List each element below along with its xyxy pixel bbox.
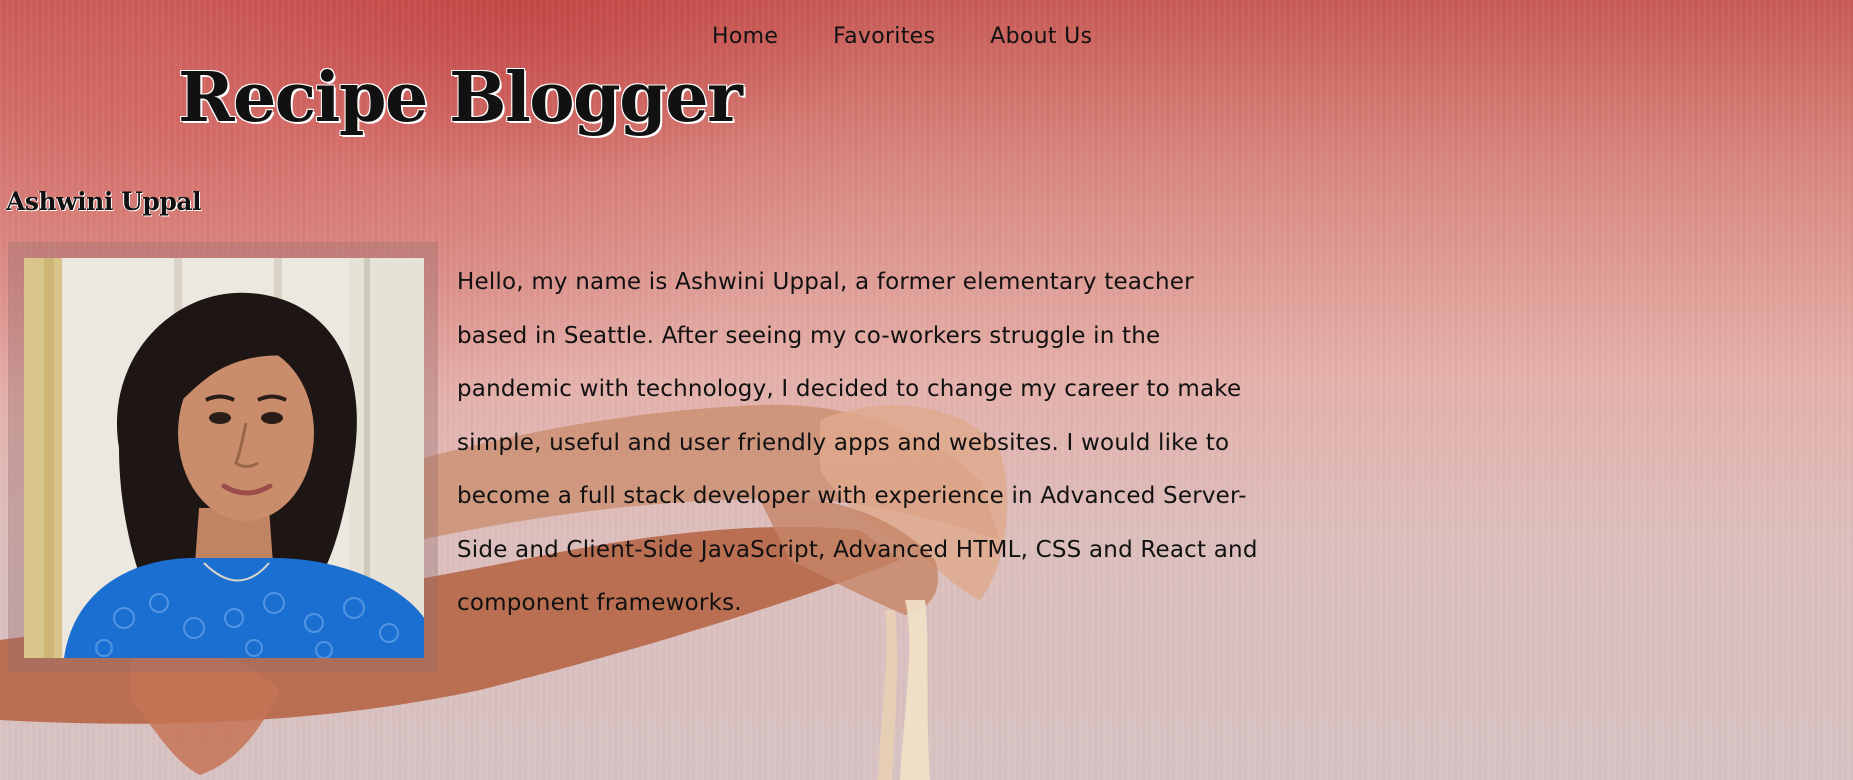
author-photo (24, 258, 424, 658)
site-title: Recipe Blogger (178, 58, 743, 138)
nav-favorites-link[interactable]: Favorites (833, 24, 935, 49)
author-photo-frame (8, 242, 438, 672)
author-name: Ashwini Uppal (6, 187, 202, 216)
author-bio: Hello, my name is Ashwini Uppal, a forme… (457, 269, 1258, 616)
nav-home-link[interactable]: Home (712, 24, 778, 49)
nav-about-us-link[interactable]: About Us (990, 24, 1092, 49)
main-nav: Home Favorites About Us (712, 24, 1092, 49)
